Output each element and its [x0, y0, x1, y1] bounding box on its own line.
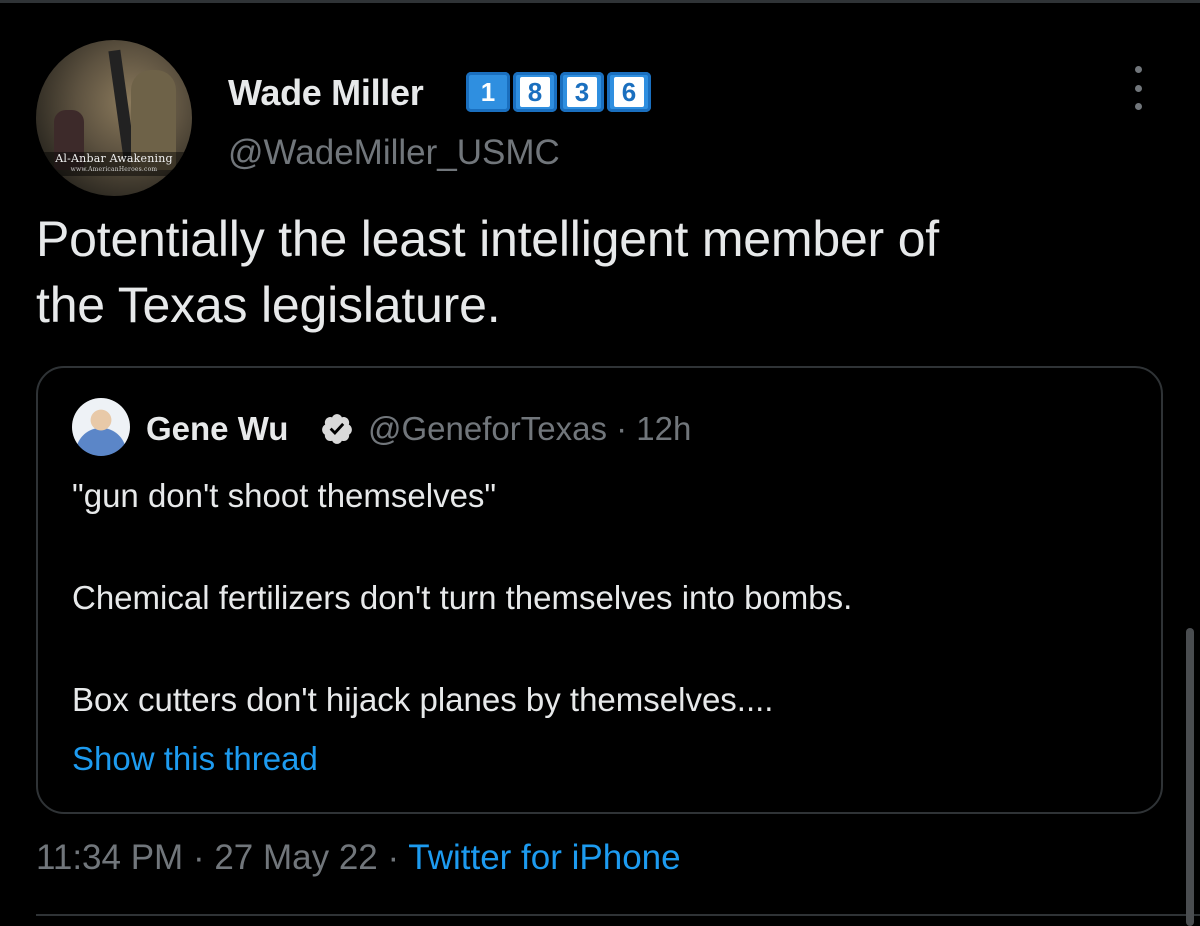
tweet-time[interactable]: 11:34 PM [36, 838, 183, 877]
author-name-badges: 1 8 3 6 [466, 72, 651, 112]
show-thread-link[interactable]: Show this thread [72, 740, 318, 778]
badge-digit-6: 6 [607, 72, 651, 112]
bottom-divider [36, 914, 1200, 916]
quoted-author-name: Gene Wu [146, 410, 289, 447]
tweet-meta: 11:34 PM · 27 May 22 · Twitter for iPhon… [36, 838, 681, 878]
quoted-author-avatar [72, 398, 130, 456]
quoted-tweet-card[interactable]: Gene Wu @GeneforTexas · 12h "gun don't s… [36, 366, 1163, 814]
author-handle[interactable]: @WadeMiller_USMC [228, 133, 560, 173]
meta-separator: · [377, 838, 409, 877]
author-avatar[interactable]: Al-Anbar Awakening www.AmericanHeroes.co… [36, 40, 192, 196]
more-dot [1134, 103, 1142, 110]
tweet-date[interactable]: 27 May 22 [214, 838, 377, 877]
tweet-source-link[interactable]: Twitter for iPhone [408, 838, 680, 877]
quoted-paragraph: Box cutters don't hijack planes by thems… [72, 681, 774, 718]
more-dot [1134, 84, 1142, 92]
more-dot [1134, 66, 1142, 73]
author-name[interactable]: Wade Miller [228, 72, 424, 114]
badge-digit-8: 8 [513, 72, 557, 112]
tweet-text-line: Potentially the least intelligent member… [36, 211, 939, 267]
verified-badge-icon [322, 414, 352, 444]
badge-digit-1: 1 [466, 72, 510, 112]
meta-separator: · [183, 838, 215, 877]
avatar-caption: Al-Anbar Awakening www.AmericanHeroes.co… [36, 152, 192, 176]
quoted-tweet-body: "gun don't shoot themselves" Chemical fe… [72, 476, 1132, 720]
badge-digit-3: 3 [560, 72, 604, 112]
scrollbar[interactable] [1186, 628, 1194, 926]
quoted-paragraph: Chemical fertilizers don't turn themselv… [72, 579, 853, 616]
tweet-text: Potentially the least intelligent member… [36, 206, 1146, 338]
tweet-text-line: the Texas legislature. [36, 277, 501, 333]
quoted-paragraph: "gun don't shoot themselves" [72, 477, 497, 514]
top-divider [0, 0, 1200, 3]
quoted-author-handle-time: @GeneforTexas · 12h [368, 410, 692, 447]
more-vertical-icon[interactable] [1130, 66, 1146, 110]
